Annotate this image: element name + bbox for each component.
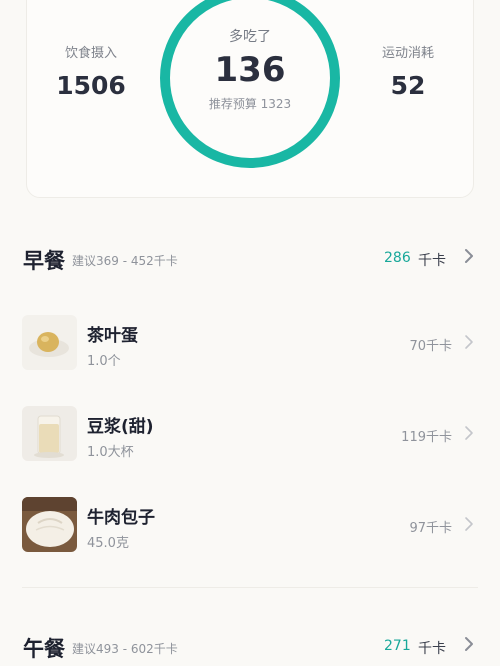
food-item-soy-milk[interactable]: 豆浆(甜) 1.0大杯 119千卡 [0, 406, 500, 466]
meal-title: 早餐 [23, 249, 65, 273]
chevron-right-icon[interactable] [462, 425, 476, 441]
ring-label: 多吃了 [229, 29, 271, 45]
meal-kcal: 286 [384, 250, 411, 266]
food-item-tea-egg[interactable]: 茶叶蛋 1.0个 70千卡 [0, 315, 500, 375]
burn-value: 52 [390, 71, 426, 100]
burn-stat: 运动消耗 52 [353, 42, 463, 100]
meal-unit: 千卡 [418, 641, 446, 657]
food-kcal: 97千卡 [409, 521, 452, 536]
intake-label: 饮食摄入 [64, 46, 117, 61]
soy-milk-image [22, 406, 77, 461]
meal-range: 建议493 - 602千卡 [72, 642, 178, 656]
food-kcal: 119千卡 [401, 430, 452, 445]
food-name: 牛肉包子 [87, 508, 155, 528]
ring-value: 136 [214, 50, 286, 90]
chevron-right-icon[interactable] [462, 334, 476, 350]
meal-unit: 千卡 [418, 253, 446, 269]
section-divider [22, 587, 478, 588]
chevron-right-icon[interactable] [460, 635, 478, 653]
food-name: 豆浆(甜) [87, 417, 154, 437]
food-qty: 1.0大杯 [87, 445, 134, 460]
intake-stat: 饮食摄入 1506 [36, 42, 146, 100]
food-kcal: 70千卡 [409, 339, 452, 354]
recommended-budget: 推荐预算 1323 [208, 97, 292, 111]
food-item-beef-bun[interactable]: 牛肉包子 45.0克 97千卡 [0, 497, 500, 557]
beef-bun-image [22, 497, 77, 552]
meal-range: 建议369 - 452千卡 [72, 254, 178, 268]
burn-label: 运动消耗 [381, 46, 434, 61]
lunch-header[interactable]: 午餐 建议493 - 602千卡 271 千卡 [0, 633, 500, 663]
food-qty: 1.0个 [87, 354, 121, 369]
food-qty: 45.0克 [87, 536, 129, 551]
chevron-right-icon[interactable] [462, 516, 476, 532]
tea-egg-image [22, 315, 77, 370]
breakfast-header[interactable]: 早餐 建议369 - 452千卡 286 千卡 [0, 245, 500, 275]
intake-value: 1506 [56, 71, 126, 100]
chevron-right-icon[interactable] [460, 247, 478, 265]
meal-title: 午餐 [23, 637, 65, 661]
meal-kcal: 271 [384, 638, 411, 654]
food-name: 茶叶蛋 [87, 326, 138, 346]
